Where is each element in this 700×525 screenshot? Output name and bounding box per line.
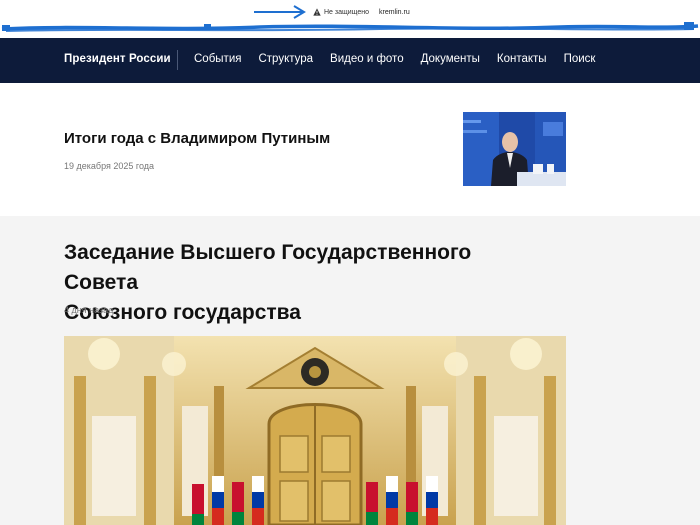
nav-divider xyxy=(177,50,178,70)
article-title-line-2: Союзного государства xyxy=(64,301,301,324)
url-text[interactable]: kremlin.ru xyxy=(379,9,410,16)
main-article: Заседание Высшего Государственного Совет… xyxy=(0,216,700,525)
security-label[interactable]: Не защищено xyxy=(324,9,369,16)
featured-item: Итоги года с Владимиром Путиным 19 декаб… xyxy=(0,83,700,216)
article-date: 4 дня назад xyxy=(64,305,114,315)
warning-triangle-icon xyxy=(313,8,321,16)
nav-link-contacts[interactable]: Контакты xyxy=(497,53,547,65)
featured-date: 19 декабря 2025 года xyxy=(64,161,155,171)
featured-thumbnail[interactable] xyxy=(463,112,566,186)
browser-chrome: Не защищено kremlin.ru xyxy=(0,0,700,38)
nav-link-structure[interactable]: Структура xyxy=(258,53,313,65)
article-title-line-1: Заседание Высшего Государственного Совет… xyxy=(64,241,472,294)
article-image[interactable] xyxy=(64,336,566,525)
site-brand[interactable]: Президент России xyxy=(64,53,171,65)
nav-links: События Структура Видео и фото Документы… xyxy=(194,53,595,65)
article-title[interactable]: Заседание Высшего Государственного Совет… xyxy=(64,238,534,328)
site-nav: Президент России События Структура Видео… xyxy=(0,38,700,83)
nav-link-search[interactable]: Поиск xyxy=(564,53,596,65)
nav-link-events[interactable]: События xyxy=(194,53,241,65)
nav-link-video-photo[interactable]: Видео и фото xyxy=(330,53,404,65)
nav-link-documents[interactable]: Документы xyxy=(421,53,480,65)
arrow-right-icon xyxy=(254,5,306,19)
redaction-scribble xyxy=(1,22,699,32)
featured-title[interactable]: Итоги года с Владимиром Путиным xyxy=(64,130,330,147)
address-bar[interactable]: Не защищено kremlin.ru xyxy=(313,5,410,19)
